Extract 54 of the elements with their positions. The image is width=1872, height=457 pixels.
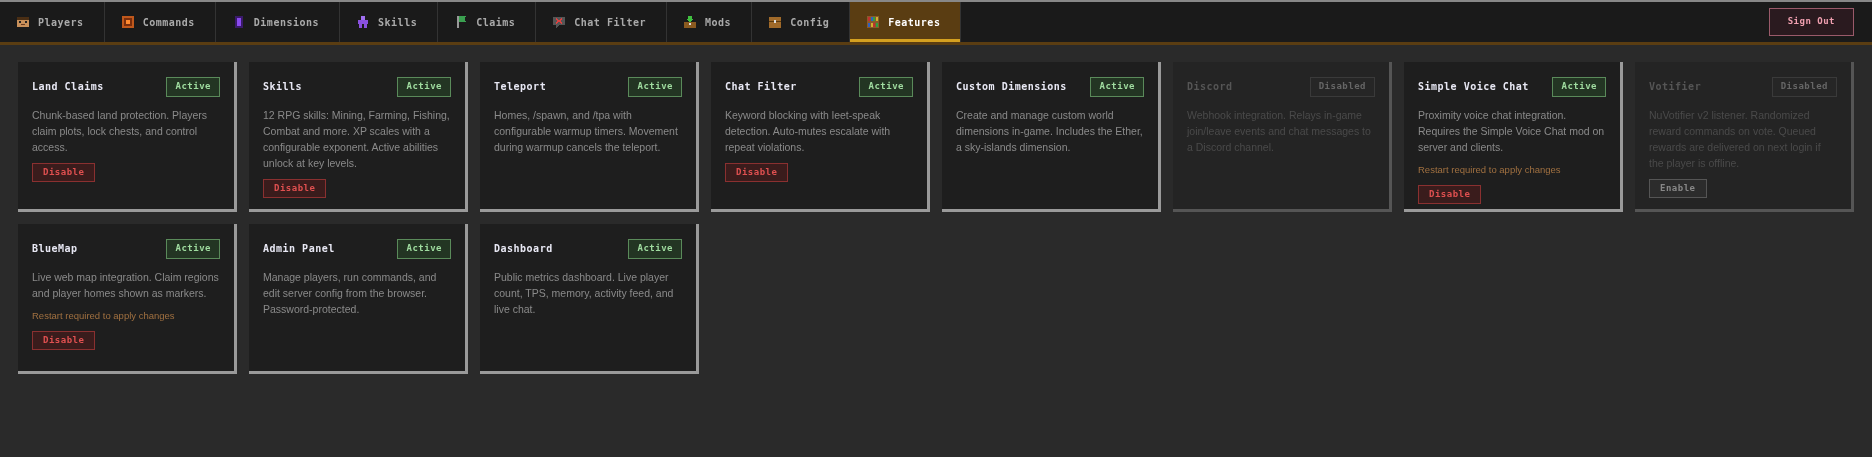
status-badge: Active xyxy=(1090,77,1144,97)
status-badge: Active xyxy=(397,239,451,259)
speech-bubble-icon xyxy=(552,15,567,29)
disable-button[interactable]: Disable xyxy=(263,178,327,198)
chest-icon xyxy=(768,15,783,29)
tab[interactable]: Players xyxy=(0,2,105,42)
feature-title: Land Claims xyxy=(32,80,104,95)
feature-title: Skills xyxy=(263,80,303,95)
feature-description: Proximity voice chat integration. Requires the Simple Voice Chat mod on server and clients. xyxy=(1418,107,1606,155)
status-badge: Active xyxy=(166,77,220,97)
feature-title: Dashboard xyxy=(494,242,553,257)
feature-title: Chat Filter xyxy=(725,80,797,95)
feature-description: Manage players, run commands, and edit server config from the browser. Password-protected. xyxy=(263,269,438,317)
feature-title: BlueMap xyxy=(32,242,78,257)
disable-button[interactable]: Disable xyxy=(32,330,96,351)
flag-icon xyxy=(454,15,469,29)
feature-description: Create and manage custom world dimensions in-game. Includes the Ether, a sky-islands dimension. xyxy=(956,107,1144,155)
restart-notice: Restart required to apply changes xyxy=(32,308,176,323)
tab[interactable]: Mods xyxy=(667,2,753,42)
feature-title: Simple Voice Chat xyxy=(1418,80,1529,95)
block-icon xyxy=(120,15,135,29)
disable-button[interactable]: Disable xyxy=(725,162,789,182)
sign-out-button[interactable]: Sign Out xyxy=(1768,8,1854,36)
feature-title: Admin Panel xyxy=(263,242,335,257)
disable-button[interactable]: Disable xyxy=(1418,184,1482,205)
feature-description: Homes, /spawn, and /tpa with configurable warmup timers. Movement during warmup cancels the teleport. xyxy=(494,107,679,155)
status-badge: Active xyxy=(628,77,682,97)
status-badge: Active xyxy=(628,239,682,259)
tab[interactable]: Commands xyxy=(104,2,216,42)
status-badge: Active xyxy=(859,77,913,97)
status-badge: Active xyxy=(397,77,451,97)
tab[interactable]: Skills xyxy=(340,2,439,42)
face-icon xyxy=(16,15,30,29)
bookshelf-icon xyxy=(866,15,881,29)
status-badge: Disabled xyxy=(1309,77,1375,97)
tab[interactable]: Dimensions xyxy=(215,2,341,42)
status-badge: Active xyxy=(1552,77,1606,97)
status-badge: Disabled xyxy=(1771,77,1837,97)
feature-description: Keyword blocking with leet-speak detection. Auto-mutes escalate with repeat violations. xyxy=(725,107,892,155)
disable-button[interactable]: Disable xyxy=(32,162,96,182)
feature-description: Public metrics dashboard. Live player count, TPS, memory, activity feed, and live chat. xyxy=(494,269,675,317)
tab[interactable]: Chat Filter xyxy=(536,2,668,42)
feature-description: 12 RPG skills: Mining, Farming, Fishing, Combat and more. XP scales with a configurable exponent. Active abilities unlock at key levels. xyxy=(263,107,451,171)
tab[interactable]: Claims xyxy=(438,2,537,42)
restart-notice: Restart required to apply changes xyxy=(1418,162,1562,177)
feature-title: Custom Dimensions xyxy=(956,80,1067,95)
chest-icon xyxy=(683,15,698,29)
feature-description: Live web map integration. Claim regions and player homes shown as markers. xyxy=(32,269,220,301)
feature-description: Chunk-based land protection. Players claim plots, lock chests, and control access. xyxy=(32,107,209,155)
figure-icon xyxy=(356,15,371,29)
enable-button[interactable]: Enable xyxy=(1649,178,1707,198)
status-badge: Active xyxy=(166,239,220,259)
tab[interactable]: Features xyxy=(850,2,962,42)
feature-title: Teleport xyxy=(494,80,547,95)
